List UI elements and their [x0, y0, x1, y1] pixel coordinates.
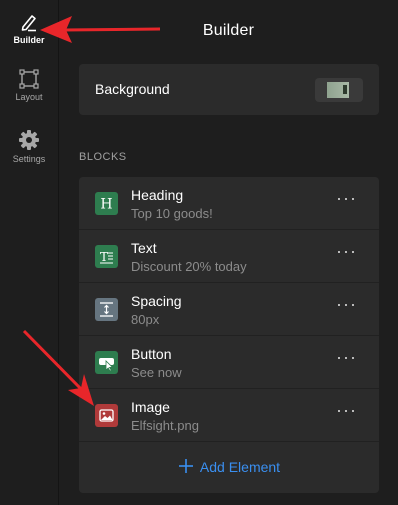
- add-element-label: Add Element: [199, 459, 281, 475]
- background-label: Background: [95, 81, 170, 97]
- block-subtitle: Discount 20% today: [131, 259, 247, 274]
- nav-item-builder[interactable]: Builder: [0, 12, 58, 45]
- nav-label-builder: Builder: [13, 35, 45, 45]
- block-item-spacing[interactable]: Spacing 80px ···: [79, 283, 379, 336]
- block-name: Heading: [131, 187, 184, 203]
- spacing-icon: [95, 298, 118, 321]
- image-icon: [95, 404, 118, 427]
- text-icon: T: [95, 245, 118, 268]
- add-element-button[interactable]: Add Element: [79, 442, 379, 492]
- layout-frame-icon: [19, 69, 39, 89]
- background-row[interactable]: Background: [79, 64, 379, 115]
- more-options-icon[interactable]: ···: [336, 348, 357, 366]
- nav-label-settings: Settings: [12, 154, 46, 164]
- blocks-section-heading: BLOCKS: [79, 151, 127, 163]
- svg-text:H: H: [100, 197, 112, 213]
- more-options-icon[interactable]: ···: [336, 295, 357, 313]
- heading-icon: H: [95, 192, 118, 215]
- block-subtitle: Elfsight.png: [131, 418, 199, 433]
- nav-item-settings[interactable]: Settings: [0, 129, 58, 164]
- blocks-list: H Heading Top 10 goods! ··· T Text Disco…: [79, 177, 379, 493]
- block-item-image[interactable]: Image Elfsight.png ···: [79, 389, 379, 442]
- background-image-swatch[interactable]: [315, 78, 363, 102]
- block-subtitle: 80px: [131, 312, 160, 327]
- left-nav-rail: Builder Layout Settings: [0, 0, 59, 505]
- background-thumbnail: [327, 82, 349, 98]
- svg-text:T: T: [100, 250, 108, 264]
- pen-icon: [21, 15, 36, 32]
- block-name: Button: [131, 346, 172, 362]
- more-options-icon[interactable]: ···: [336, 189, 357, 207]
- block-name: Image: [131, 399, 170, 415]
- plus-icon: [178, 459, 193, 473]
- gear-icon: [19, 130, 39, 150]
- button-icon: [95, 351, 118, 374]
- block-item-heading[interactable]: H Heading Top 10 goods! ···: [79, 177, 379, 230]
- page-title: Builder: [202, 22, 255, 39]
- block-subtitle: See now: [131, 365, 182, 380]
- block-item-button[interactable]: Button See now ···: [79, 336, 379, 389]
- block-name: Text: [131, 240, 157, 256]
- block-subtitle: Top 10 goods!: [131, 206, 213, 221]
- builder-panel: Builder Background BLOCKS H Heading Top …: [59, 0, 398, 505]
- block-name: Spacing: [131, 293, 182, 309]
- nav-label-layout: Layout: [15, 92, 43, 102]
- more-options-icon[interactable]: ···: [336, 401, 357, 419]
- block-item-text[interactable]: T Text Discount 20% today ···: [79, 230, 379, 283]
- nav-item-layout[interactable]: Layout: [0, 69, 58, 102]
- more-options-icon[interactable]: ···: [336, 242, 357, 260]
